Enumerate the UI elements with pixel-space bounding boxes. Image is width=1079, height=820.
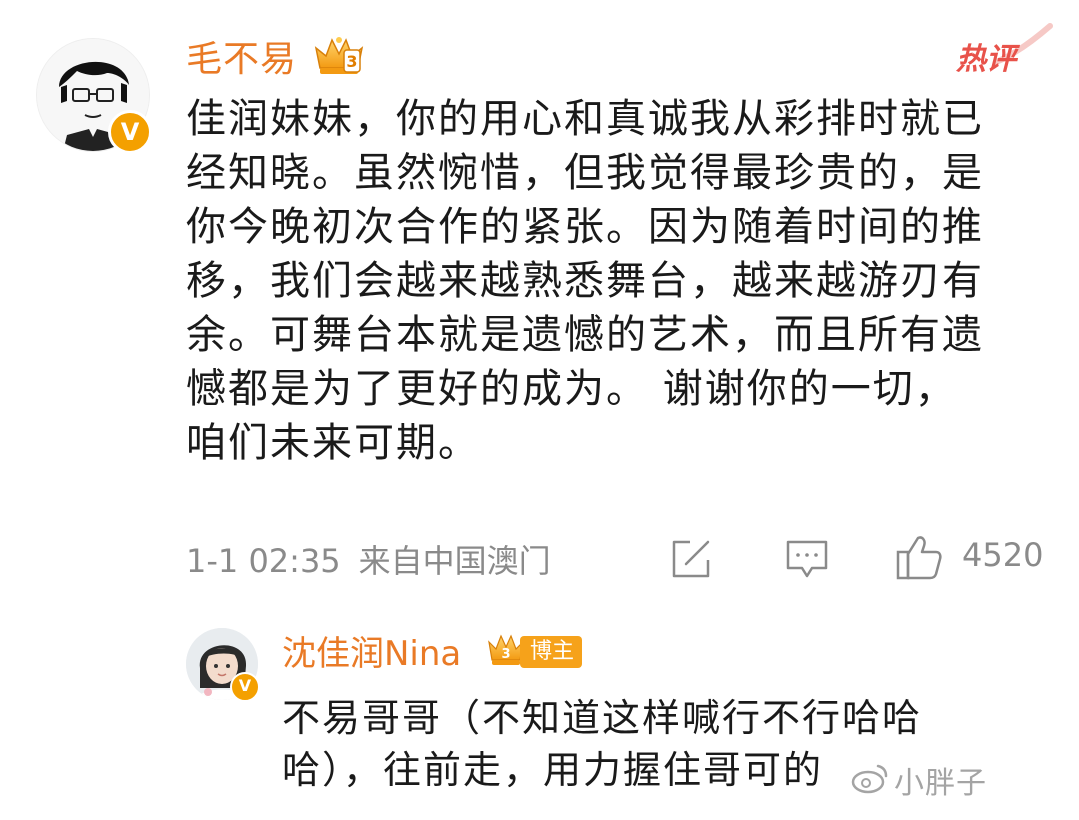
commenter-username[interactable]: 毛不易 xyxy=(186,30,297,82)
hot-comment-tag: 热评 xyxy=(956,42,1016,77)
comment-line: 憾都是为了更好的成为。 谢谢你的一切， xyxy=(186,366,957,412)
thumbs-up-icon[interactable] xyxy=(894,532,944,582)
verified-badge-icon: V xyxy=(108,110,152,154)
comment-line: 咱们未来可期。 xyxy=(186,420,480,466)
comment-line: 余。可舞台本就是遗憾的艺术，而且所有遗 xyxy=(186,312,984,358)
watermark-text: 小胖子 xyxy=(894,766,987,801)
crown-level-text: 3 xyxy=(501,647,510,662)
vip-crown-icon: 3 xyxy=(314,37,364,74)
like-count: 4520 xyxy=(962,536,1044,574)
comment-line: 移，我们会越来越熟悉舞台，越来越游刃有 xyxy=(186,258,984,304)
comment-line: 经知晓。虽然惋惜，但我觉得最珍贵的，是 xyxy=(186,150,984,196)
crown-level-text: 3 xyxy=(346,52,357,71)
comment-line: 你今晚初次合作的紧张。因为随着时间的推 xyxy=(186,204,984,250)
comment-meta: 1-1 02:35 来自中国澳门 xyxy=(186,536,551,582)
comment-location: 来自中国澳门 xyxy=(358,542,551,580)
verified-badge-icon: V xyxy=(230,672,260,702)
reply-comment-icon[interactable] xyxy=(784,536,830,582)
comment-body: 佳润妹妹，你的用心和真诚我从彩排时就已 经知晓。虽然惋惜，但我觉得最珍贵的，是 … xyxy=(186,92,1046,470)
reply-line: 不易哥哥（不知道这样喊行不行哈哈 xyxy=(282,696,923,740)
reply-username[interactable]: 沈佳润Nina xyxy=(282,626,461,675)
comment-time: 1-1 02:35 xyxy=(186,542,341,580)
share-icon[interactable] xyxy=(668,536,714,582)
comment-line: 佳润妹妹，你的用心和真诚我从彩排时就已 xyxy=(186,96,984,142)
author-badge: 博主 xyxy=(520,636,583,668)
